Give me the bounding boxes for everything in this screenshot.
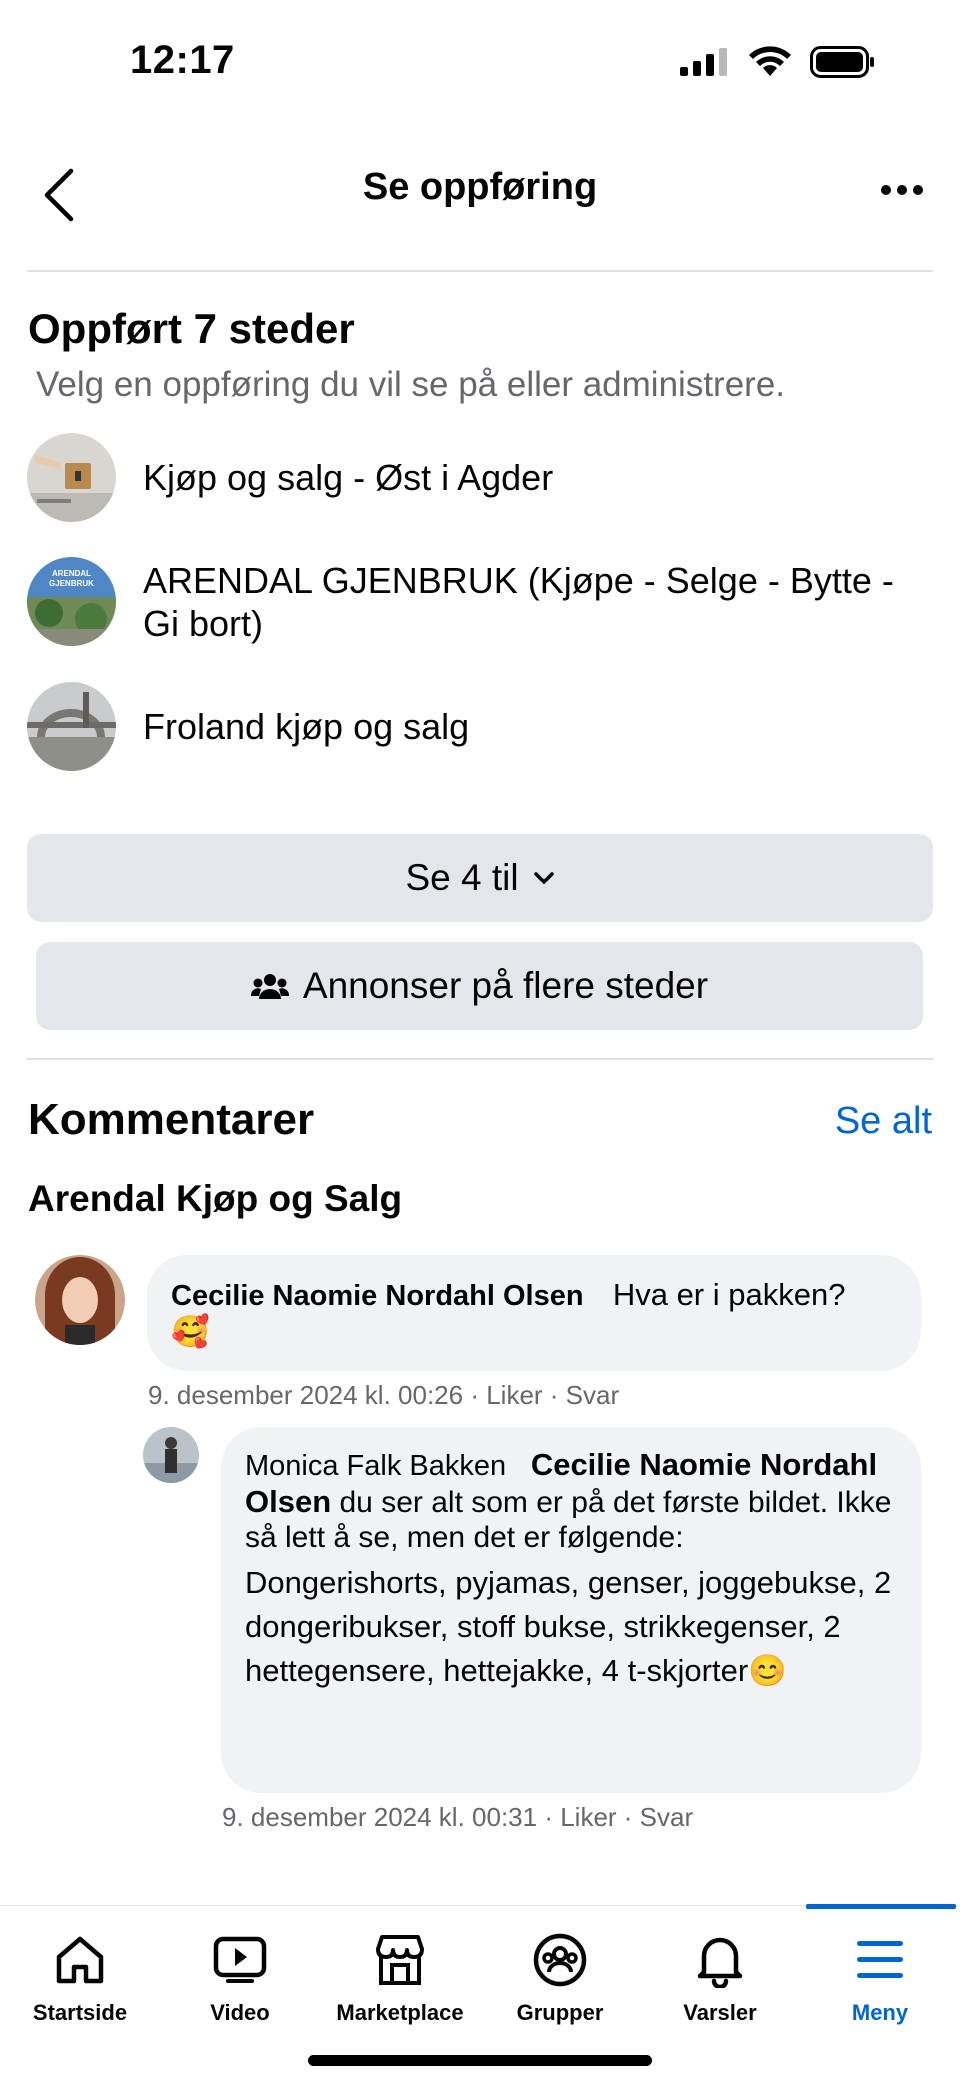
home-indicator (308, 2055, 652, 2066)
battery-icon (810, 46, 874, 78)
comment-meta: 9. desember 2024 kl. 00:26 · Liker · Sva… (148, 1380, 620, 1410)
tab-label: Marketplace (336, 2000, 464, 2025)
comments-group-name: Arendal Kjøp og Salg (28, 1178, 403, 1219)
comment-author[interactable]: Cecilie Naomie Nordahl Olsen (171, 1280, 584, 1312)
more-options-button[interactable] (872, 170, 932, 210)
more-dots-icon (881, 185, 923, 195)
comments-title: Kommentarer (28, 1095, 315, 1144)
home-icon (50, 1930, 110, 1990)
group-listing-row[interactable]: Kjøp og salg - Øst i Agder (27, 433, 933, 522)
see-all-link[interactable]: Se alt (835, 1100, 932, 1143)
group-avatar (27, 682, 116, 771)
people-icon (250, 974, 289, 999)
comment-meta: 9. desember 2024 kl. 00:31 · Liker · Sva… (222, 1802, 694, 1832)
comment-text: Hva er i pakken? (612, 1277, 846, 1312)
tab-label: Varsler (683, 2000, 757, 2025)
group-listing-row[interactable]: Froland kjøp og salg (27, 682, 933, 771)
avatar[interactable] (143, 1427, 199, 1483)
emoji-smiling-hearts: 🥰 (171, 1314, 210, 1349)
tab-startside[interactable]: Startside (0, 1906, 160, 2036)
see-more-label: Se 4 til (405, 857, 519, 898)
comment-text: du ser alt som er på det første bildet. … (245, 1486, 892, 1554)
tab-video[interactable]: Video (160, 1906, 320, 2036)
page-title: Se oppføring (362, 166, 598, 208)
tab-marketplace[interactable]: Marketplace (320, 1906, 480, 2036)
listed-title: Oppført 7 steder (28, 305, 355, 352)
tab-label: Meny (851, 2000, 909, 2025)
tab-label: Startside (32, 2000, 128, 2025)
nav-header: Se oppføring (0, 150, 960, 260)
tab-grupper[interactable]: Grupper (480, 1906, 640, 2036)
chevron-down-icon (533, 872, 554, 884)
comment-author[interactable]: Monica Falk Bakken (245, 1450, 506, 1482)
menu-icon (850, 1930, 910, 1990)
group-avatar: ARENDAL GJENBRUK (27, 557, 116, 646)
group-name: ARENDAL GJENBRUK (Kjøpe - Selge - Bytte … (143, 559, 894, 644)
tab-label: Grupper (516, 2000, 604, 2025)
advertise-more-places-button[interactable]: Annonser på flere steder (36, 942, 923, 1030)
status-time: 12:17 (130, 38, 235, 82)
group-name: Froland kjøp og salg (143, 706, 470, 747)
listed-subtitle: Velg en oppføring du vil se på eller adm… (36, 365, 786, 404)
avatar[interactable] (35, 1255, 125, 1345)
group-listing-row[interactable]: ARENDAL GJENBRUK ARENDAL GJENBRUK (Kjøpe… (27, 557, 933, 646)
tab-varsler[interactable]: Varsler (640, 1906, 800, 2036)
group-avatar (27, 433, 116, 522)
tab-meny[interactable]: Meny (800, 1906, 960, 2036)
groups-icon (530, 1930, 590, 1990)
status-icons (680, 46, 876, 78)
emoji-smiling: 😊 (748, 1653, 787, 1688)
group-avatar-text: ARENDAL GJENBRUK (49, 569, 94, 588)
cellular-signal-icon (680, 48, 727, 76)
group-name: Kjøp og salg - Øst i Agder (143, 457, 554, 498)
status-bar: 12:17 (0, 0, 960, 130)
divider (27, 1058, 933, 1060)
wifi-icon (749, 46, 791, 76)
divider (27, 270, 933, 272)
advertise-label: Annonser på flere steder (302, 965, 709, 1006)
tab-label: Video (210, 2000, 270, 2025)
bell-icon (690, 1930, 750, 1990)
comment-bubble: Cecilie Naomie Nordahl Olsen Hva er i pa… (147, 1255, 921, 1371)
comment-bubble: Monica Falk Bakken Cecilie Naomie Nordah… (221, 1427, 921, 1793)
see-more-button[interactable]: Se 4 til (27, 834, 933, 922)
marketplace-icon (370, 1930, 430, 1990)
comment-text-list: Dongerishorts, pyjamas, genser, joggebuk… (245, 1565, 892, 1688)
video-icon (210, 1930, 270, 1990)
